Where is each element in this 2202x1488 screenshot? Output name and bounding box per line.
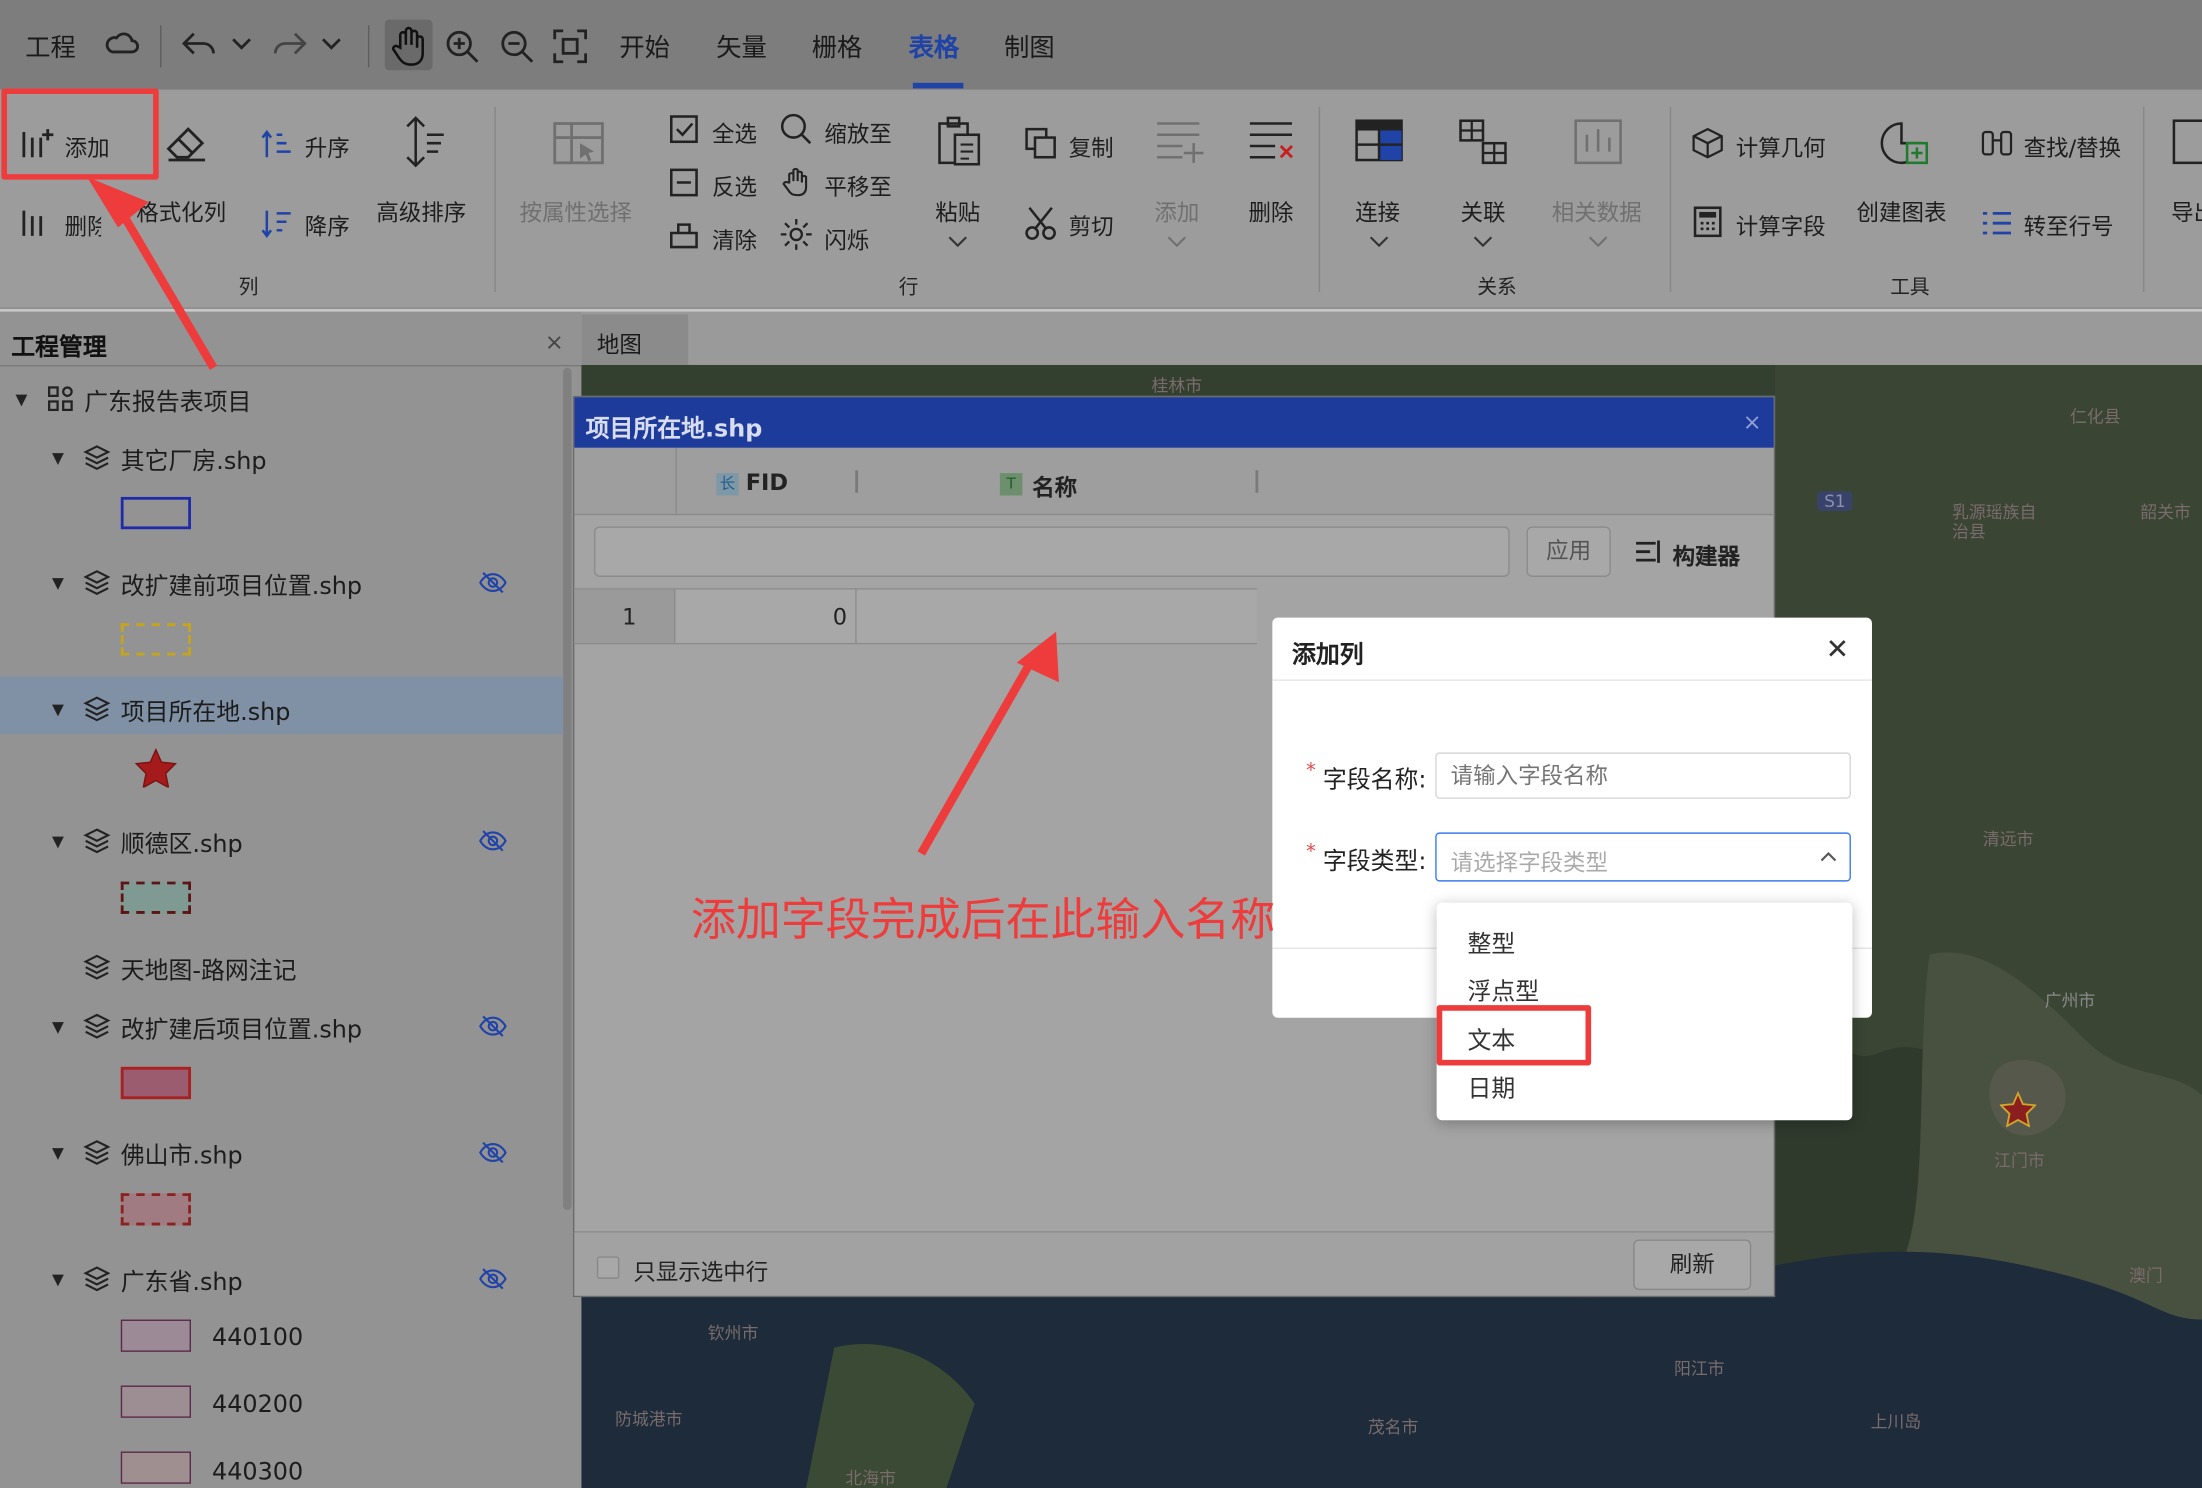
annotation-arrows (87, 176, 1059, 856)
annotation-text: 添加字段完成后在此输入名称 (690, 892, 1276, 947)
arrow-to-add-button (117, 208, 218, 370)
arrow-head (87, 176, 149, 228)
arrow-to-name-cell (917, 654, 1038, 856)
